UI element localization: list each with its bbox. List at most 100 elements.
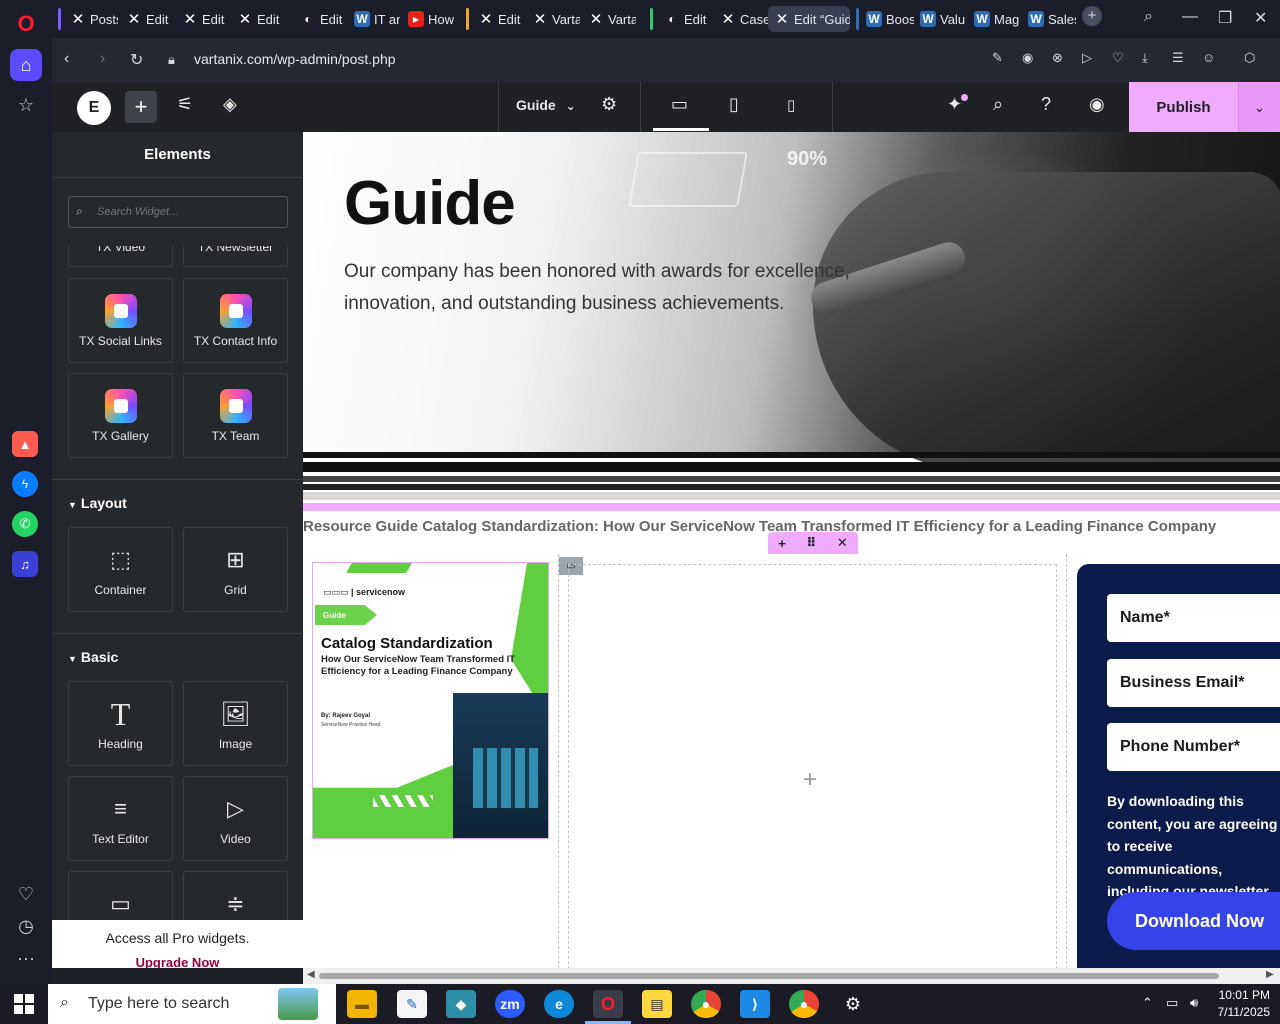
add-element-button[interactable]: + bbox=[125, 91, 157, 123]
business-email-field[interactable]: Business Email* bbox=[1107, 659, 1280, 707]
widget-tile-text-editor[interactable]: ≡ Text Editor bbox=[68, 776, 173, 861]
name-field[interactable]: Name* bbox=[1107, 594, 1280, 642]
widget-tile-video[interactable]: ▷ Video bbox=[183, 776, 288, 861]
widget-tile-image[interactable]: 🖼︎ Image bbox=[183, 681, 288, 766]
tab-9[interactable]: ✕ Varta bbox=[582, 6, 636, 32]
heart-icon[interactable]: ♡ bbox=[10, 878, 42, 910]
network-icon[interactable]: ▭ bbox=[1166, 995, 1178, 1011]
tab-4[interactable]: ◐ Edit bbox=[294, 6, 346, 32]
widget-tile-tx-team[interactable]: TX Team bbox=[183, 373, 288, 458]
widget-tile-heading[interactable]: T Heading bbox=[68, 681, 173, 766]
widget-tile-tx-social-links[interactable]: TX Social Links bbox=[68, 278, 173, 363]
widget-tile-container[interactable]: ⬚ Container bbox=[68, 527, 173, 612]
new-tab-button[interactable]: + bbox=[1082, 6, 1102, 26]
tablet-view-icon[interactable]: ▯ bbox=[729, 94, 739, 115]
vscode-icon[interactable]: ⟩ bbox=[740, 990, 770, 1018]
app-icon[interactable]: ◆ bbox=[446, 990, 476, 1018]
aria-icon[interactable]: ▲ bbox=[12, 431, 38, 457]
extensions-icon[interactable]: ⬡ bbox=[1244, 50, 1255, 66]
desktop-view-icon[interactable]: ▭ bbox=[671, 94, 688, 115]
site-settings-icon[interactable]: ⚟ bbox=[177, 94, 193, 115]
easy-setup-icon[interactable]: ☰ bbox=[1172, 50, 1184, 66]
whatsapp-icon[interactable]: ✆ bbox=[12, 511, 38, 537]
settings-icon[interactable]: ⚙ bbox=[838, 990, 868, 1018]
breadcrumb[interactable]: Resource Guide Catalog Standardization: … bbox=[303, 518, 1216, 535]
widget-tile-tx-contact-info[interactable]: TX Contact Info bbox=[183, 278, 288, 363]
page-selector[interactable]: Guide ⌄ bbox=[516, 97, 576, 113]
flow-icon[interactable]: ▷ bbox=[1082, 50, 1092, 66]
forward-icon[interactable]: › bbox=[100, 50, 105, 68]
notes-icon[interactable]: ✦ bbox=[947, 94, 962, 115]
clock-time[interactable]: 10:01 PM bbox=[1208, 988, 1270, 1002]
history-icon[interactable]: ◷ bbox=[10, 910, 42, 942]
hero-description[interactable]: Our company has been honored with awards… bbox=[344, 256, 904, 320]
hero-section[interactable]: 90% Guide Our company has been honored w… bbox=[303, 132, 1280, 472]
close-window-button[interactable]: ✕ bbox=[1254, 8, 1267, 28]
tab-16[interactable]: WSales bbox=[1022, 6, 1076, 32]
opera-logo-icon[interactable]: O bbox=[10, 8, 42, 40]
tab-search-icon[interactable]: ⌕ bbox=[1144, 8, 1153, 26]
widget-tile-grid[interactable]: ⊞ Grid bbox=[183, 527, 288, 612]
search-icon[interactable]: ⌕ bbox=[993, 94, 1003, 115]
guide-cover-image[interactable]: ▭▭▭ | servicenow Guide Catalog Standardi… bbox=[312, 562, 549, 839]
publish-button[interactable]: Publish bbox=[1129, 82, 1238, 132]
help-icon[interactable]: ? bbox=[1041, 94, 1051, 115]
tab-11[interactable]: ✕ Case bbox=[714, 6, 768, 32]
tab-8[interactable]: ✕ Varta bbox=[526, 6, 580, 32]
page-settings-icon[interactable]: ⚙ bbox=[601, 94, 617, 115]
messenger-icon[interactable]: ϟ bbox=[12, 471, 38, 497]
basic-section-toggle[interactable]: ▼ Basic bbox=[68, 649, 118, 665]
tab-0[interactable]: ✕Posts bbox=[64, 6, 118, 32]
minimize-button[interactable]: — bbox=[1182, 8, 1198, 26]
music-player-icon[interactable]: ♫ bbox=[12, 551, 38, 577]
back-icon[interactable]: ‹ bbox=[64, 50, 69, 68]
layout-section-toggle[interactable]: ▼ Layout bbox=[68, 495, 127, 511]
edit-page-icon[interactable]: ✎ bbox=[992, 50, 1003, 66]
search-widget-field[interactable] bbox=[68, 196, 288, 228]
sticky-notes-icon[interactable]: ▤ bbox=[642, 990, 672, 1018]
reload-icon[interactable]: ↻ bbox=[130, 50, 143, 70]
more-icon[interactable]: ··· bbox=[10, 942, 42, 974]
scroll-left-icon[interactable]: ◀ bbox=[307, 969, 315, 980]
camera-icon[interactable]: ◉ bbox=[1022, 50, 1033, 66]
tab-5[interactable]: W IT an bbox=[348, 6, 400, 32]
heart-icon[interactable]: ♡ bbox=[1112, 50, 1124, 66]
widget-tile-tx-gallery[interactable]: TX Gallery bbox=[68, 373, 173, 458]
structure-icon[interactable]: ◈ bbox=[223, 94, 237, 115]
url-field[interactable]: vartanix.com/wp-admin/post.php bbox=[194, 51, 396, 67]
elementor-logo-icon[interactable]: E bbox=[77, 91, 111, 125]
tab-3[interactable]: ✕ Edit bbox=[231, 6, 285, 32]
tab-1[interactable]: ✕ Edit bbox=[120, 6, 174, 32]
phone-number-field[interactable]: Phone Number* bbox=[1107, 723, 1280, 771]
download-now-button[interactable]: Download Now bbox=[1107, 892, 1280, 950]
delete-section-icon[interactable]: ✕ bbox=[837, 535, 848, 551]
file-explorer-icon[interactable]: ▬ bbox=[347, 990, 377, 1018]
lock-icon[interactable]: 🔒︎ bbox=[168, 52, 175, 68]
profile-icon[interactable]: ☺ bbox=[1202, 50, 1215, 65]
mobile-view-icon[interactable]: ▯ bbox=[787, 96, 795, 114]
publish-options-chevron-icon[interactable]: ⌄ bbox=[1238, 82, 1280, 132]
section-toolbar[interactable]: + ⠿ ✕ bbox=[768, 532, 858, 554]
upgrade-now-link[interactable]: Upgrade Now bbox=[52, 955, 303, 968]
zoom-icon[interactable]: zm bbox=[495, 990, 525, 1018]
preview-icon[interactable]: ◉ bbox=[1089, 94, 1105, 115]
paint-icon[interactable]: ✎ bbox=[397, 990, 427, 1018]
add-section-icon[interactable]: + bbox=[778, 536, 786, 551]
tab-7[interactable]: ✕ Edit bbox=[472, 6, 524, 32]
hero-title[interactable]: Guide bbox=[344, 168, 516, 239]
volume-icon[interactable]: 🔊︎ bbox=[1190, 995, 1198, 1011]
show-hidden-icons-chevron-up-icon[interactable]: ⌃ bbox=[1142, 995, 1153, 1011]
drag-handle-icon[interactable]: ⠿ bbox=[806, 535, 816, 551]
star-icon[interactable]: ☆ bbox=[10, 89, 42, 121]
scrollbar-thumb[interactable] bbox=[319, 973, 1219, 979]
download-icon[interactable]: ⤓ bbox=[1142, 50, 1148, 66]
clock-date[interactable]: 7/11/2025 bbox=[1208, 1005, 1271, 1019]
chrome-icon[interactable]: ● bbox=[691, 990, 721, 1018]
tab-2[interactable]: ✕ Edit bbox=[176, 6, 230, 32]
horizontal-scrollbar[interactable]: ◀ ▶ bbox=[303, 968, 1280, 984]
restore-button[interactable]: ❐ bbox=[1218, 8, 1232, 28]
windows-start-icon[interactable] bbox=[14, 994, 34, 1014]
tab-6[interactable]: ▶ How bbox=[402, 6, 454, 32]
opera-icon[interactable]: O bbox=[593, 990, 623, 1018]
tab-10[interactable]: ◐ Edit bbox=[658, 6, 712, 32]
